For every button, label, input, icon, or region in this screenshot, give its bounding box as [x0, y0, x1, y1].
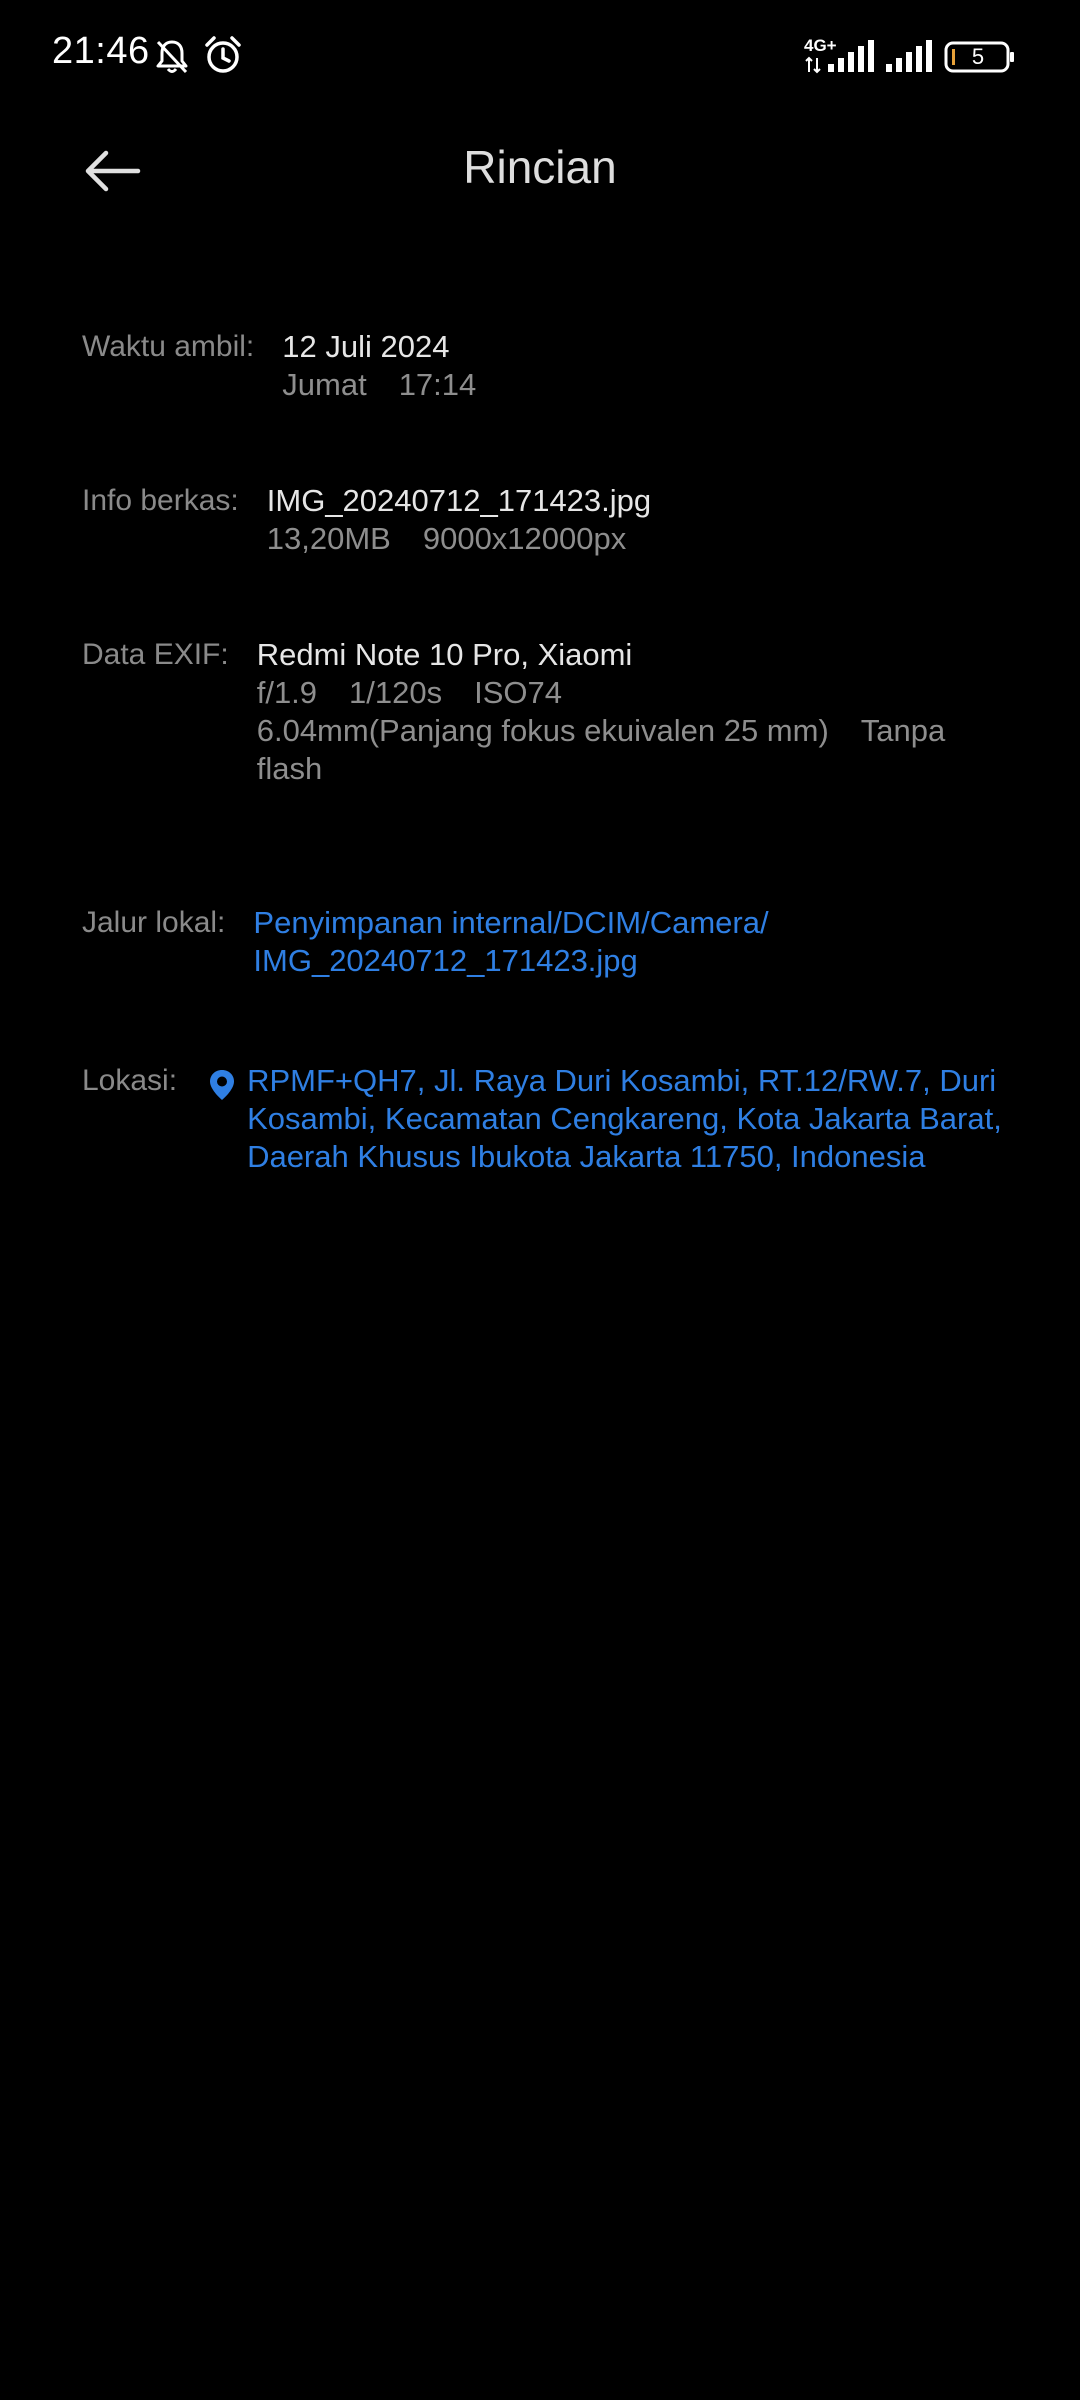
capture-time-row: Waktu ambil: 12 Juli 2024 Jumat 17:14 — [82, 328, 1020, 404]
local-path-row: Jalur lokal: Penyimpanan internal/DCIM/C… — [82, 904, 1020, 980]
exif-values: Redmi Note 10 Pro, Xiaomi f/1.9 1/120s ISO… — [257, 636, 977, 788]
page-title: Rincian — [463, 141, 617, 193]
signal-icon — [886, 40, 932, 72]
alarm-icon — [205, 36, 241, 73]
exif-shutter: 1/120s — [349, 675, 443, 710]
exif-device: Redmi Note 10 Pro, Xiaomi — [256, 637, 633, 672]
file-size: 13,20MB — [266, 521, 391, 556]
data-arrows-icon — [805, 56, 821, 74]
exif-focal-length: 6.04mm(Panjang fokus ekuivalen 25 mm) — [256, 713, 829, 748]
location-pin-icon — [210, 1070, 235, 1100]
exif-exposure: f/1.9 1/120s ISO74 — [257, 674, 977, 712]
file-info-label: Info berkas: — [82, 484, 239, 517]
location-address-link[interactable]: RPMF+QH7, Jl. Raya Duri Kosambi, RT.12/R… — [247, 1062, 1007, 1176]
file-name: IMG_20240712_171423.jpg — [266, 483, 652, 518]
capture-day-time: Jumat 17:14 — [282, 366, 476, 404]
exif-aperture: f/1.9 — [256, 675, 318, 710]
capture-day: Jumat — [282, 367, 367, 402]
file-info-values: IMG_20240712_171423.jpg 13,20MB 9000x1200… — [267, 482, 651, 558]
local-path-line-1: Penyimpanan internal/DCIM/Camera/ — [253, 905, 769, 940]
capture-time-values: 12 Juli 2024 Jumat 17:14 — [282, 328, 476, 404]
capture-date: 12 Juli 2024 — [282, 329, 450, 364]
status-bar: 21:46 4G+ 5 — [0, 0, 1080, 110]
exif-iso: ISO74 — [474, 675, 563, 710]
file-meta: 13,20MB 9000x12000px — [267, 520, 651, 558]
exif-row: Data EXIF: Redmi Note 10 Pro, Xiaomi f/1… — [82, 636, 1020, 788]
capture-clock: 17:14 — [398, 367, 477, 402]
file-info-row: Info berkas: IMG_20240712_171423.jpg 13,… — [82, 482, 1020, 558]
signal-icon — [828, 40, 874, 72]
battery-level: 5 — [971, 44, 985, 69]
location-row: Lokasi: RPMF+QH7, Jl. Raya Duri Kosambi,… — [82, 1062, 1020, 1176]
local-path-label: Jalur lokal: — [82, 906, 226, 939]
file-resolution: 9000x12000px — [422, 521, 627, 556]
exif-lens: 6.04mm(Panjang fokus ekuivalen 25 mm) Tan… — [257, 712, 977, 788]
exif-label: Data EXIF: — [82, 638, 229, 671]
local-path-link[interactable]: Penyimpanan internal/DCIM/Camera/ IMG_20… — [253, 904, 768, 980]
capture-time-label: Waktu ambil: — [82, 330, 255, 363]
location-label: Lokasi: — [82, 1064, 178, 1097]
bell-off-icon — [156, 40, 188, 74]
local-path-line-2: IMG_20240712_171423.jpg — [253, 943, 638, 978]
status-time: 21:46 — [52, 30, 150, 72]
